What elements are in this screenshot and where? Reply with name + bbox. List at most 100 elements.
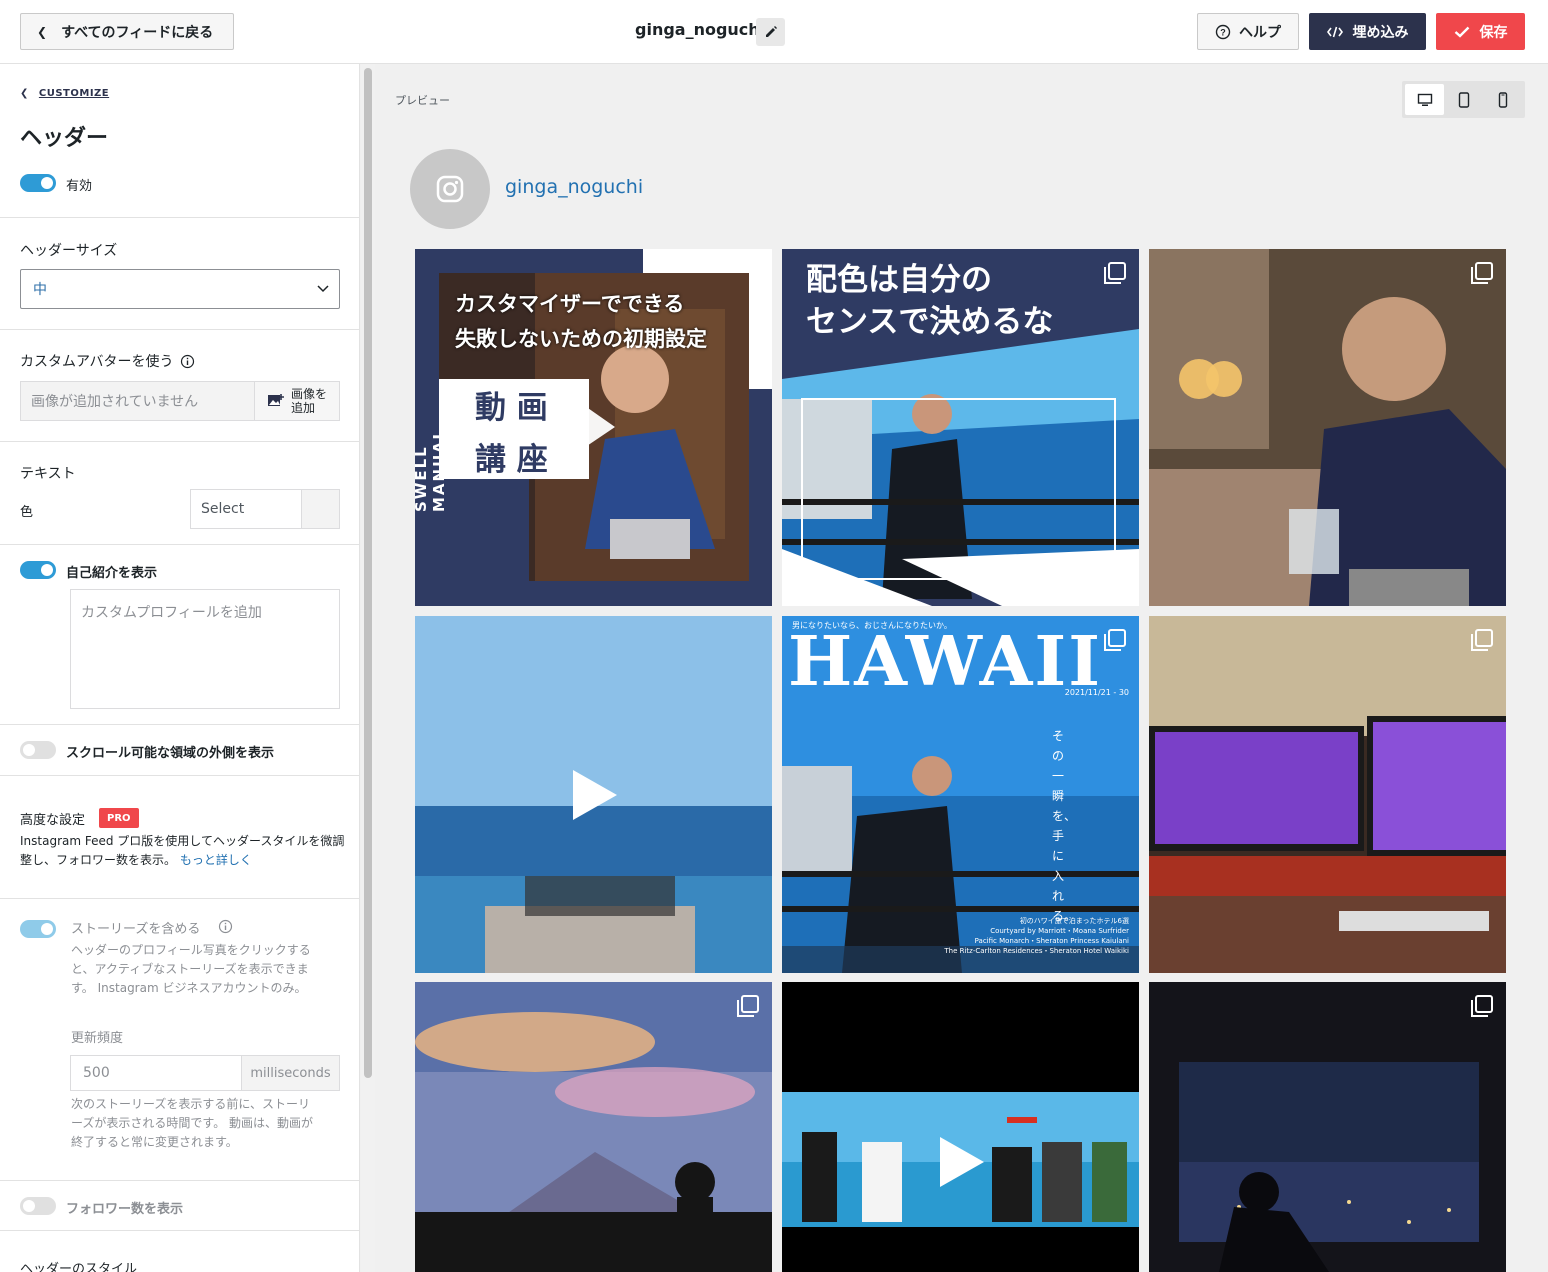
breadcrumb[interactable]: ❮ CUSTOMIZE — [20, 88, 109, 99]
post-2-line1: 配色は自分の — [806, 262, 992, 298]
show-bio-label: 自己紹介を表示 — [66, 566, 158, 581]
divider — [0, 329, 359, 330]
info-icon[interactable] — [218, 919, 233, 934]
post-5-caption1: 初のハワイ旅で泊まったホテル6選 — [1019, 917, 1129, 925]
top-bar: ❮ すべてのフィードに戻る ginga_noguchi ? ヘルプ 埋め込み 保… — [0, 0, 1548, 64]
stories-desc-line1: ヘッダーのプロフィール写真をクリックする — [71, 943, 311, 957]
scrollbar-thumb[interactable] — [364, 68, 372, 1078]
save-button[interactable]: 保存 — [1436, 13, 1525, 50]
desktop-view-button[interactable] — [1405, 84, 1444, 115]
multiple-posts-icon — [1471, 262, 1493, 284]
stories-toggle[interactable] — [20, 920, 56, 938]
add-image-button[interactable]: 画像を 追加 — [254, 381, 340, 421]
post-1-vertical: SWELL MANUAL — [415, 428, 448, 512]
help-label: ヘルプ — [1239, 24, 1281, 41]
post-5-title: HAWAII — [788, 622, 1103, 702]
post-2-line2: センスで決めるな — [806, 304, 1054, 340]
show-outside-toggle[interactable] — [20, 741, 56, 759]
breadcrumb-customize[interactable]: CUSTOMIZE — [39, 88, 109, 99]
post-image — [415, 982, 772, 1272]
chevron-left-icon: ❮ — [20, 88, 29, 99]
post-5-caption: 初のハワイ旅で泊まったホテル6選 Courtyard by Marriott・M… — [944, 916, 1129, 956]
grid-post-5[interactable]: 男になりたいなら、おじさんになりたいか。 HAWAII 2021/11/21 -… — [782, 616, 1139, 973]
sidebar-scrollbar[interactable] — [361, 64, 375, 1272]
refresh-desc: 次のストーリーズを表示する前に、ストーリ ーズが表示される時間です。 動画は、動… — [71, 1095, 313, 1152]
post-5-vertical: その一瞬を、手に入れる。 — [1052, 729, 1077, 923]
divider — [0, 1230, 359, 1231]
show-bio-toggle[interactable] — [20, 561, 56, 579]
grid-post-2[interactable]: 配色は自分の センスで決めるな — [782, 249, 1139, 606]
back-label: すべてのフィードに戻る — [61, 24, 214, 41]
refresh-label: 更新頻度 — [71, 1031, 124, 1046]
followers-toggle[interactable] — [20, 1197, 56, 1215]
check-icon — [1454, 26, 1469, 38]
mobile-view-button[interactable] — [1483, 84, 1522, 115]
header-size-select[interactable]: 中 — [20, 269, 340, 309]
embed-button[interactable]: 埋め込み — [1309, 13, 1426, 50]
desktop-icon — [1417, 93, 1432, 106]
svg-text:?: ? — [1220, 27, 1226, 37]
code-icon — [1326, 26, 1343, 37]
tablet-view-button[interactable] — [1444, 84, 1483, 115]
advanced-desc: Instagram Feed プロ版を使用してヘッダースタイルを微調 整し、フォ… — [20, 832, 344, 870]
post-5-caption3: Pacific Monarch・Sheraton Princess Kaiula… — [974, 937, 1129, 945]
chevron-left-icon: ❮ — [37, 24, 48, 39]
save-label: 保存 — [1479, 24, 1508, 41]
post-5-caption4: The Ritz-Carlton Residences・Sheraton Hot… — [944, 947, 1129, 955]
preview-panel: プレビュー ginga_noguchi カスタマイザーでできる 失敗しないための… — [376, 64, 1548, 1272]
stories-desc-line3: す。 Instagram ビジネスアカウントのみ。 — [71, 981, 307, 995]
grid-post-4[interactable] — [415, 616, 772, 973]
color-picker[interactable]: Select — [190, 489, 340, 529]
stories-desc-line2: と、アクティブなストーリーズを表示できま — [71, 962, 309, 976]
color-label: 色 — [20, 505, 34, 520]
enabled-toggle[interactable] — [20, 174, 56, 192]
back-to-feeds-button[interactable]: ❮ すべてのフィードに戻る — [20, 13, 234, 50]
refresh-desc-line3: 終了すると常に変更されます。 — [71, 1135, 238, 1149]
refresh-desc-line1: 次のストーリーズを表示する前に、ストーリ — [71, 1097, 311, 1111]
custom-avatar-label: カスタムアバターを使う — [20, 354, 174, 370]
grid-post-3[interactable] — [1149, 249, 1506, 606]
feed-username[interactable]: ginga_noguchi — [505, 176, 643, 198]
help-button[interactable]: ? ヘルプ — [1197, 13, 1299, 50]
post-1-headline: カスタマイザーでできる 失敗しないための初期設定 — [455, 287, 707, 357]
color-select-text: Select — [201, 501, 245, 517]
header-style-label: ヘッダーのスタイル — [20, 1262, 138, 1272]
post-5-date: 2021/11/21 - 30 — [1064, 688, 1129, 697]
bio-textarea[interactable]: カスタムプロフィールを追加 — [70, 589, 340, 709]
post-2-headline: 配色は自分の センスで決めるな — [806, 259, 1053, 343]
post-image — [1149, 249, 1506, 606]
color-swatch[interactable] — [301, 490, 339, 528]
grid-post-9[interactable] — [1149, 982, 1506, 1272]
pro-badge: PRO — [99, 808, 139, 828]
info-icon[interactable] — [180, 354, 195, 369]
divider — [0, 1180, 359, 1181]
multiple-posts-icon — [1471, 995, 1493, 1017]
add-image-icon — [267, 394, 284, 406]
advanced-desc-line2-text: 整し、フォロワー数を表示。 — [20, 853, 177, 867]
avatar-url-input[interactable]: 画像が追加されていません — [20, 381, 255, 421]
learn-more-link[interactable]: もっと詳しく — [180, 853, 252, 867]
refresh-input[interactable]: 500 — [70, 1055, 242, 1091]
grid-post-7[interactable] — [415, 982, 772, 1272]
header-size-value: 中 — [33, 282, 47, 298]
show-outside-label: スクロール可能な領域の外側を表示 — [66, 746, 275, 761]
enabled-label: 有効 — [66, 179, 93, 194]
embed-label: 埋め込み — [1352, 24, 1409, 41]
refresh-unit: milliseconds — [241, 1055, 340, 1091]
edit-name-button[interactable] — [756, 18, 785, 46]
instagram-icon — [436, 175, 464, 203]
play-icon — [939, 1136, 984, 1187]
feed-name: ginga_noguchi — [635, 20, 766, 39]
section-title: ヘッダー — [20, 126, 109, 151]
post-5-caption2: Courtyard by Marriott・Moana Surfrider — [990, 927, 1129, 935]
preview-label: プレビュー — [395, 94, 450, 107]
tablet-icon — [1458, 91, 1469, 108]
divider — [0, 544, 359, 545]
grid-post-8[interactable] — [782, 982, 1139, 1272]
post-image — [782, 982, 1139, 1272]
refresh-desc-line2: ーズが表示される時間です。 動画は、動画が — [71, 1116, 314, 1130]
feed-avatar[interactable] — [410, 149, 490, 229]
post-1-line2: 失敗しないための初期設定 — [455, 327, 707, 351]
grid-post-6[interactable] — [1149, 616, 1506, 973]
grid-post-1[interactable]: カスタマイザーでできる 失敗しないための初期設定 動 画 講 座 SWELL M… — [415, 249, 772, 606]
